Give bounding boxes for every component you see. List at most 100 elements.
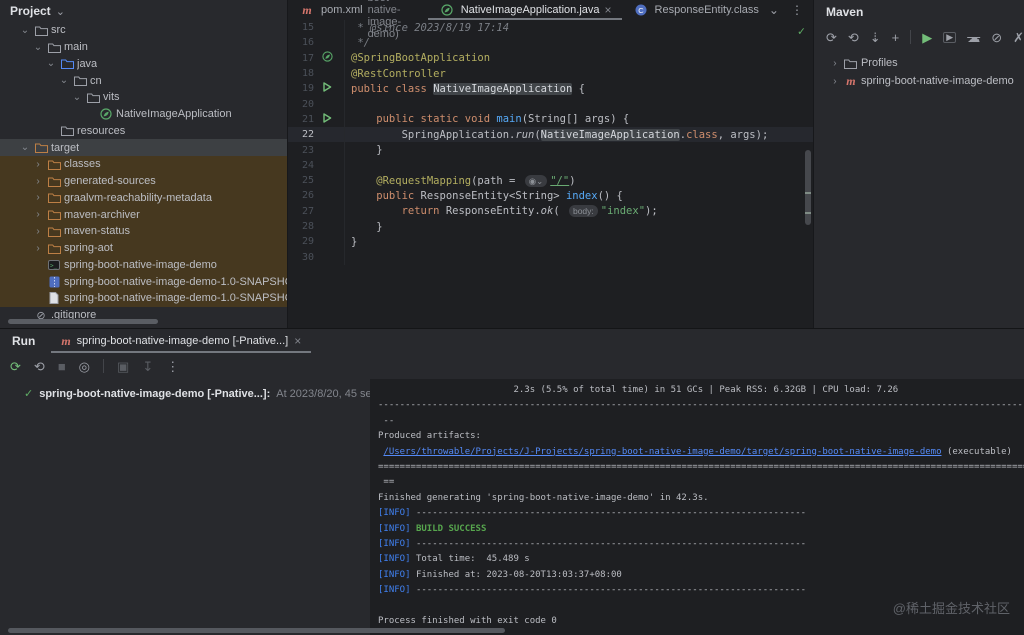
- code-editor[interactable]: 15 * @since 2023/8/19 17:1416 */17@Sprin…: [288, 20, 813, 328]
- close-tab-icon[interactable]: ×: [294, 335, 301, 347]
- close-tab-icon[interactable]: ×: [605, 4, 612, 16]
- chevron-right-icon[interactable]: ›: [828, 58, 842, 69]
- chevron-right-icon[interactable]: ›: [31, 226, 45, 237]
- code-line[interactable]: 26 public ResponseEntity<String> index()…: [288, 188, 813, 203]
- chevron-down-icon[interactable]: ⌄: [31, 42, 45, 53]
- project-item[interactable]: ›maven-archiver: [0, 206, 287, 223]
- project-horizontal-scrollbar[interactable]: [8, 319, 158, 324]
- code-line[interactable]: 27 return ResponseEntity.ok( body:"index…: [288, 204, 813, 219]
- spring-annotation-icon[interactable]: [322, 51, 333, 65]
- code-line[interactable]: 20: [288, 96, 813, 111]
- code-line[interactable]: 21 public static void main(String[] args…: [288, 112, 813, 127]
- project-item[interactable]: >_spring-boot-native-image-demo: [0, 257, 287, 274]
- code-line[interactable]: 17@SpringBootApplication: [288, 51, 813, 66]
- project-item[interactable]: ›generated-sources: [0, 173, 287, 190]
- console-horizontal-scrollbar[interactable]: [8, 628, 505, 633]
- project-item[interactable]: ›maven-status: [0, 223, 287, 240]
- reload-all-maven-projects-icon[interactable]: ⟳: [826, 31, 837, 44]
- generate-sources-icon[interactable]: ⟲: [848, 31, 859, 44]
- code-line[interactable]: 15 * @since 2023/8/19 17:14: [288, 20, 813, 35]
- line-number: 17: [288, 53, 314, 64]
- rerun-icon[interactable]: ⟳: [10, 360, 21, 373]
- project-item[interactable]: NativeImageApplication: [0, 106, 287, 123]
- stop-icon[interactable]: ■: [58, 360, 66, 373]
- edit-configuration-icon[interactable]: ⟲: [34, 360, 45, 373]
- project-item[interactable]: ⌄vits: [0, 89, 287, 106]
- line-number: 20: [288, 99, 314, 110]
- chevron-right-icon[interactable]: ›: [31, 192, 45, 203]
- run-gutter-icon[interactable]: [322, 82, 332, 95]
- code-line[interactable]: 18@RestController: [288, 66, 813, 81]
- clear-all-icon[interactable]: ▣: [117, 360, 129, 373]
- run-title[interactable]: Run: [0, 329, 51, 353]
- editor-tab[interactable]: mpom.xml(spring-boot-native-image-demo): [288, 0, 428, 20]
- code-line[interactable]: 19public class NativeImageApplication {: [288, 81, 813, 96]
- project-item[interactable]: ›graalvm-reachability-metadata: [0, 190, 287, 207]
- project-item[interactable]: spring-boot-native-image-demo-1.0-SNAPSH…: [0, 290, 287, 307]
- chevron-right-icon[interactable]: ›: [828, 76, 842, 87]
- code-line[interactable]: 30: [288, 249, 813, 264]
- editor-tab[interactable]: CResponseEntity.class: [622, 0, 769, 20]
- execute-maven-goal-icon[interactable]: ▶: [943, 32, 956, 43]
- code-line[interactable]: 29}: [288, 234, 813, 249]
- project-title[interactable]: Project: [10, 4, 51, 18]
- project-item[interactable]: ⌄java: [0, 56, 287, 73]
- line-number: 16: [288, 37, 314, 48]
- editor-tab[interactable]: NativeImageApplication.java×: [428, 0, 622, 20]
- project-item[interactable]: ⌄main: [0, 39, 287, 56]
- add-maven-project-icon[interactable]: +: [892, 31, 900, 44]
- excluded-folder-icon: [45, 209, 63, 220]
- code-line[interactable]: 22 SpringApplication.run(NativeImageAppl…: [288, 127, 813, 142]
- tabs-more-icon[interactable]: ⋮: [791, 3, 803, 17]
- chevron-right-icon[interactable]: ›: [31, 159, 45, 170]
- editor-vertical-scrollbar[interactable]: [805, 150, 811, 225]
- download-sources-icon[interactable]: ⇣: [870, 31, 881, 44]
- run-tab[interactable]: m spring-boot-native-image-demo [-Pnativ…: [51, 329, 311, 353]
- maven-item-label: spring-boot-native-image-demo: [861, 75, 1014, 87]
- success-check-icon: ✓: [24, 387, 33, 400]
- code-line[interactable]: 28 }: [288, 219, 813, 234]
- tabs-dropdown-icon[interactable]: ⌄: [769, 3, 779, 17]
- chevron-down-icon[interactable]: ⌄: [18, 25, 32, 36]
- run-gutter-icon[interactable]: [322, 113, 332, 126]
- code-line[interactable]: 23 }: [288, 142, 813, 157]
- code-line[interactable]: 25 @RequestMapping(path = ◉⌄"/"): [288, 173, 813, 188]
- chevron-right-icon[interactable]: ›: [31, 176, 45, 187]
- line-number: 15: [288, 22, 314, 33]
- maven-item[interactable]: ›Profiles: [814, 54, 1024, 72]
- code-line[interactable]: 24: [288, 158, 813, 173]
- project-item[interactable]: ⌄src: [0, 22, 287, 39]
- run-maven-build-icon[interactable]: ▶: [922, 31, 932, 44]
- console-output[interactable]: 2.3s (5.5% of total time) in 51 GCs | Pe…: [370, 379, 1024, 635]
- collapse-all-icon[interactable]: ✗: [1013, 31, 1024, 44]
- chevron-down-icon[interactable]: ⌄: [57, 75, 71, 86]
- project-item[interactable]: resources: [0, 123, 287, 140]
- project-item[interactable]: ⌄target: [0, 139, 287, 156]
- project-item[interactable]: ⌄cn: [0, 72, 287, 89]
- maven-toolbar: ⟳ ⟲ ⇣ + ▶ ▶ ☁ ⊘ ✗: [814, 24, 1024, 50]
- show-options-icon[interactable]: ◎: [79, 360, 90, 373]
- more-options-icon[interactable]: ⋮: [166, 360, 179, 373]
- ide-window: Project ⌄ ⌄src⌄main⌄java⌄cn⌄vitsNativeIm…: [0, 0, 1024, 635]
- chevron-down-icon[interactable]: ⌄: [70, 92, 84, 103]
- project-item[interactable]: spring-boot-native-image-demo-1.0-SNAPSH…: [0, 273, 287, 290]
- project-item[interactable]: ›spring-aot: [0, 240, 287, 257]
- inspections-ok-icon[interactable]: ✓: [798, 24, 805, 38]
- line-number: 18: [288, 68, 314, 79]
- chevron-down-icon[interactable]: ⌄: [56, 5, 65, 18]
- project-item-label: spring-boot-native-image-demo-1.0-SNAPSH…: [64, 276, 287, 288]
- chevron-down-icon[interactable]: ⌄: [44, 58, 58, 69]
- toggle-offline-mode-icon[interactable]: ☁: [967, 31, 980, 44]
- skip-tests-icon[interactable]: ⊘: [991, 31, 1002, 44]
- scroll-to-end-icon[interactable]: ↧: [142, 360, 153, 373]
- tab-label: ResponseEntity.class: [655, 4, 759, 16]
- project-item[interactable]: ›classes: [0, 156, 287, 173]
- chevron-right-icon[interactable]: ›: [31, 243, 45, 254]
- code-line[interactable]: 16 */: [288, 35, 813, 50]
- run-configuration-item[interactable]: ✓ spring-boot-native-image-demo [-Pnativ…: [0, 387, 370, 400]
- excluded-folder-icon: [45, 243, 63, 254]
- chevron-right-icon[interactable]: ›: [31, 209, 45, 220]
- chevron-down-icon[interactable]: ⌄: [18, 142, 32, 153]
- artifact-link[interactable]: /Users/throwable/Projects/J-Projects/spr…: [383, 447, 941, 457]
- maven-item[interactable]: ›mspring-boot-native-image-demo: [814, 72, 1024, 90]
